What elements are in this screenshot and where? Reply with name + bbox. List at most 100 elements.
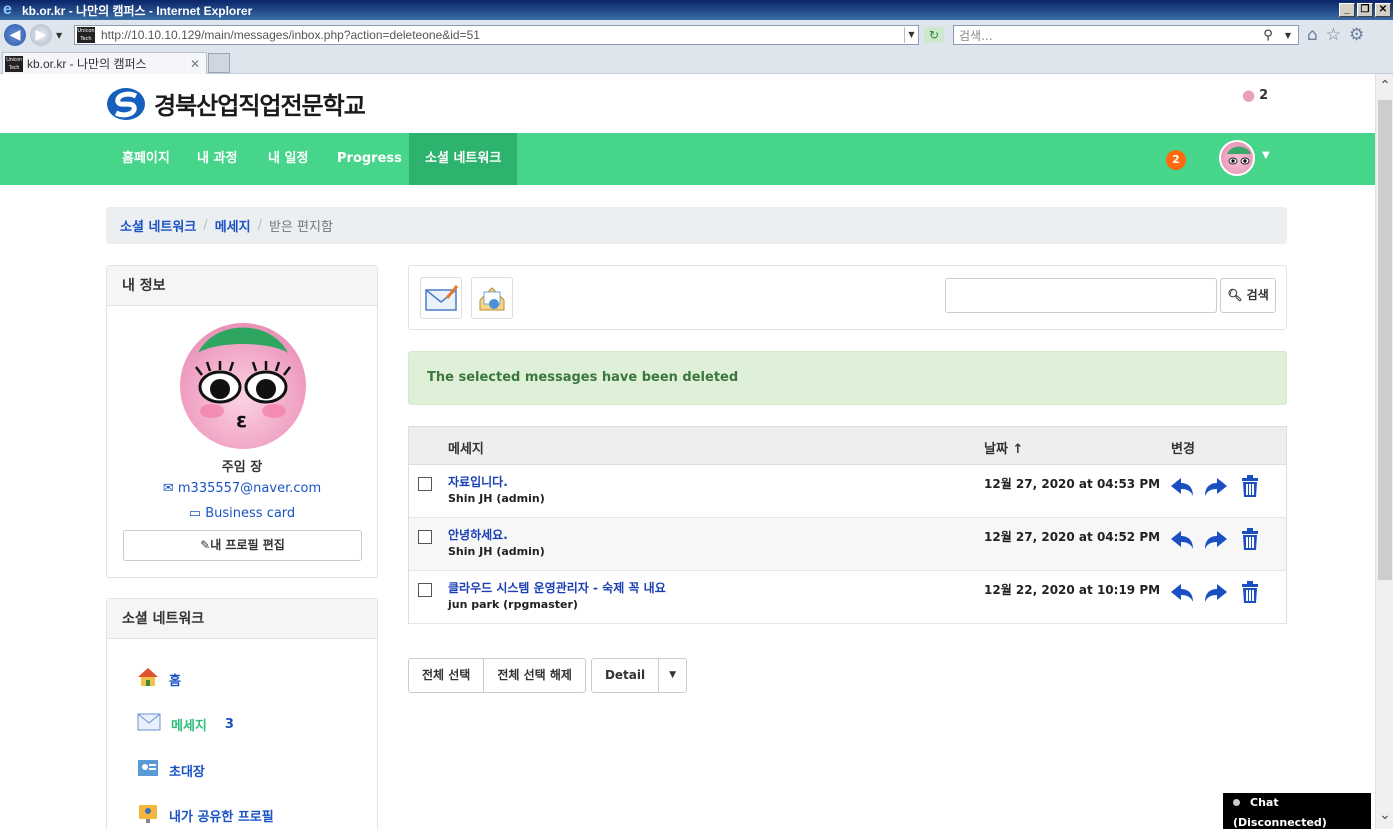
breadcrumb-inbox: 받은 편지함: [268, 220, 333, 235]
back-button[interactable]: ◀: [4, 24, 26, 46]
trash-icon[interactable]: [1237, 579, 1263, 605]
row-checkbox[interactable]: [418, 477, 432, 491]
trash-icon[interactable]: [1237, 473, 1263, 499]
forward-button[interactable]: ▶: [30, 24, 52, 46]
select-all-button[interactable]: 전체 선택: [408, 658, 485, 693]
table-row: 안녕하세요. Shin JH (admin) 12월 27, 2020 at 0…: [409, 518, 1286, 571]
notification-badge[interactable]: 2: [1166, 150, 1186, 170]
search-icon: 🔍︎: [1227, 288, 1243, 302]
profile-email-text[interactable]: m335557@naver.com: [178, 481, 321, 496]
forward-icon[interactable]: [1203, 473, 1229, 499]
online-users[interactable]: ● 2: [1242, 86, 1268, 104]
deselect-all-button[interactable]: 전체 선택 해제: [484, 658, 586, 693]
home-icon[interactable]: ⌂: [1307, 25, 1318, 45]
tab-label[interactable]: kb.or.kr - 나만의 캠퍼스: [27, 55, 190, 72]
sidebar-item-label: 메세지: [171, 718, 207, 734]
sidebar-item-shared-profile[interactable]: 내가 공유한 프로필: [137, 803, 274, 827]
page-scrollbar[interactable]: ⌃ ⌄: [1375, 74, 1393, 829]
main-navbar: 홈페이지 내 과정 내 일정 Progress 소셜 네트워크 2 ▼: [0, 133, 1375, 185]
address-url[interactable]: http://10.10.10.129/main/messages/inbox.…: [101, 28, 904, 42]
close-button[interactable]: ✕: [1375, 3, 1391, 17]
sidebar-item-home[interactable]: 홈: [137, 667, 181, 691]
history-dropdown-icon[interactable]: ▼: [56, 31, 62, 40]
favorites-star-icon[interactable]: ☆: [1326, 25, 1341, 45]
row-checkbox[interactable]: [418, 530, 432, 544]
tools-gear-icon[interactable]: ⚙: [1349, 25, 1364, 45]
scroll-up-arrow-icon[interactable]: ⌃: [1376, 76, 1393, 96]
window-title: kb.or.kr - 나만의 캠퍼스 - Internet Explorer: [22, 3, 253, 18]
detail-button[interactable]: Detail: [590, 658, 660, 693]
reply-icon[interactable]: [1169, 579, 1195, 605]
message-search-input[interactable]: [945, 278, 1217, 313]
reply-icon[interactable]: [1169, 473, 1195, 499]
tab-close-icon[interactable]: ✕: [190, 57, 200, 71]
new-tab-button[interactable]: [208, 53, 230, 73]
success-alert: The selected messages have been deleted: [408, 351, 1287, 405]
message-sender: Shin JH (admin): [448, 492, 545, 505]
column-date[interactable]: 날짜 ↑: [984, 438, 1023, 457]
scroll-down-arrow-icon[interactable]: ⌄: [1376, 805, 1393, 825]
browser-search-input[interactable]: 검색...: [954, 27, 1258, 44]
table-row: 클라우드 시스템 운영관리자 - 숙제 꼭 내요 jun park (rpgma…: [409, 571, 1286, 624]
browser-tab[interactable]: Unicon Tech kb.or.kr - 나만의 캠퍼스 ✕: [2, 52, 207, 74]
minimize-button[interactable]: _: [1339, 3, 1355, 17]
scroll-thumb[interactable]: [1378, 100, 1392, 580]
business-card-link[interactable]: ▭ Business card: [107, 506, 377, 521]
message-subject-link[interactable]: 클라우드 시스템 운영관리자 - 숙제 꼭 내요: [448, 579, 666, 596]
reply-icon[interactable]: [1169, 526, 1195, 552]
user-menu-caret-icon[interactable]: ▼: [1262, 150, 1270, 161]
profile-email-link[interactable]: ✉ m335557@naver.com: [107, 481, 377, 496]
breadcrumb: 소셜 네트워크 / 메세지 / 받은 편지함: [106, 207, 1287, 244]
browser-search-box[interactable]: 검색... ⚲ ▼: [953, 25, 1299, 45]
search-button-label: 검색: [1246, 288, 1269, 302]
sidebar-item-invitations[interactable]: 초대장: [137, 759, 205, 781]
sidebar-item-label: 내가 공유한 프로필: [169, 809, 274, 825]
compose-message-button[interactable]: [420, 277, 462, 319]
edit-profile-label: 내 프로필 편집: [210, 538, 285, 552]
detail-dropdown-icon[interactable]: ▼: [659, 658, 688, 693]
breadcrumb-messages[interactable]: 메세지: [215, 216, 251, 235]
search-icon[interactable]: ⚲: [1258, 28, 1278, 43]
message-subject-link[interactable]: 안녕하세요.: [448, 526, 508, 543]
business-card-text[interactable]: Business card: [205, 506, 295, 521]
online-count: 2: [1259, 87, 1269, 103]
restore-button[interactable]: ❐: [1357, 3, 1373, 17]
site-logo-text: 경북산업직업전문학교: [154, 92, 366, 120]
nav-social-network[interactable]: 소셜 네트워크: [409, 133, 518, 185]
search-dropdown-icon[interactable]: ▼: [1278, 31, 1298, 40]
site-logo[interactable]: 경북산업직업전문학교: [106, 86, 366, 121]
forward-icon[interactable]: [1203, 579, 1229, 605]
sidebar-item-label: 홈: [169, 673, 181, 689]
message-date: 12월 22, 2020 at 10:19 PM: [984, 583, 1161, 597]
forward-icon[interactable]: [1203, 526, 1229, 552]
sidebar-item-messages[interactable]: 메세지 3: [137, 713, 234, 735]
outbox-button[interactable]: [471, 277, 513, 319]
table-row: 자료입니다. Shin JH (admin) 12월 27, 2020 at 0…: [409, 465, 1286, 518]
edit-profile-button[interactable]: ✎내 프로필 편집: [123, 530, 362, 561]
table-header: 메세지 날짜 ↑ 변경: [409, 427, 1286, 465]
chat-widget[interactable]: Chat (Disconnected): [1223, 793, 1371, 829]
refresh-icon[interactable]: ↻: [924, 27, 944, 43]
nav-my-courses[interactable]: 내 과정: [197, 133, 237, 185]
web-page: 경북산업직업전문학교 ● 2 홈페이지 내 과정 내 일정 Progress 소…: [0, 74, 1375, 829]
column-message[interactable]: 메세지: [448, 438, 484, 457]
outbox-icon: [479, 287, 505, 311]
trash-icon[interactable]: [1237, 526, 1263, 552]
message-subject-link[interactable]: 자료입니다.: [448, 473, 508, 490]
message-search-button[interactable]: 🔍︎ 검색: [1220, 278, 1276, 313]
message-toolbar: 🔍︎ 검색: [408, 265, 1287, 330]
row-checkbox[interactable]: [418, 583, 432, 597]
breadcrumb-social-network[interactable]: 소셜 네트워크: [120, 216, 196, 235]
avatar[interactable]: [1219, 140, 1255, 176]
message-sender: Shin JH (admin): [448, 545, 545, 558]
user-icon: ●: [1242, 86, 1256, 104]
nav-my-schedule[interactable]: 내 일정: [268, 133, 308, 185]
nav-homepage[interactable]: 홈페이지: [122, 133, 170, 185]
ie-logo-icon: e: [3, 1, 12, 18]
home-icon: [137, 667, 159, 691]
nav-progress[interactable]: Progress: [337, 133, 402, 185]
browser-title-bar: e kb.or.kr - 나만의 캠퍼스 - Internet Explorer…: [0, 0, 1393, 20]
envelope-icon: [137, 713, 161, 735]
address-dropdown-icon[interactable]: ▼: [904, 27, 918, 43]
address-bar[interactable]: Unicon Tech http://10.10.10.129/main/mess…: [74, 25, 919, 45]
